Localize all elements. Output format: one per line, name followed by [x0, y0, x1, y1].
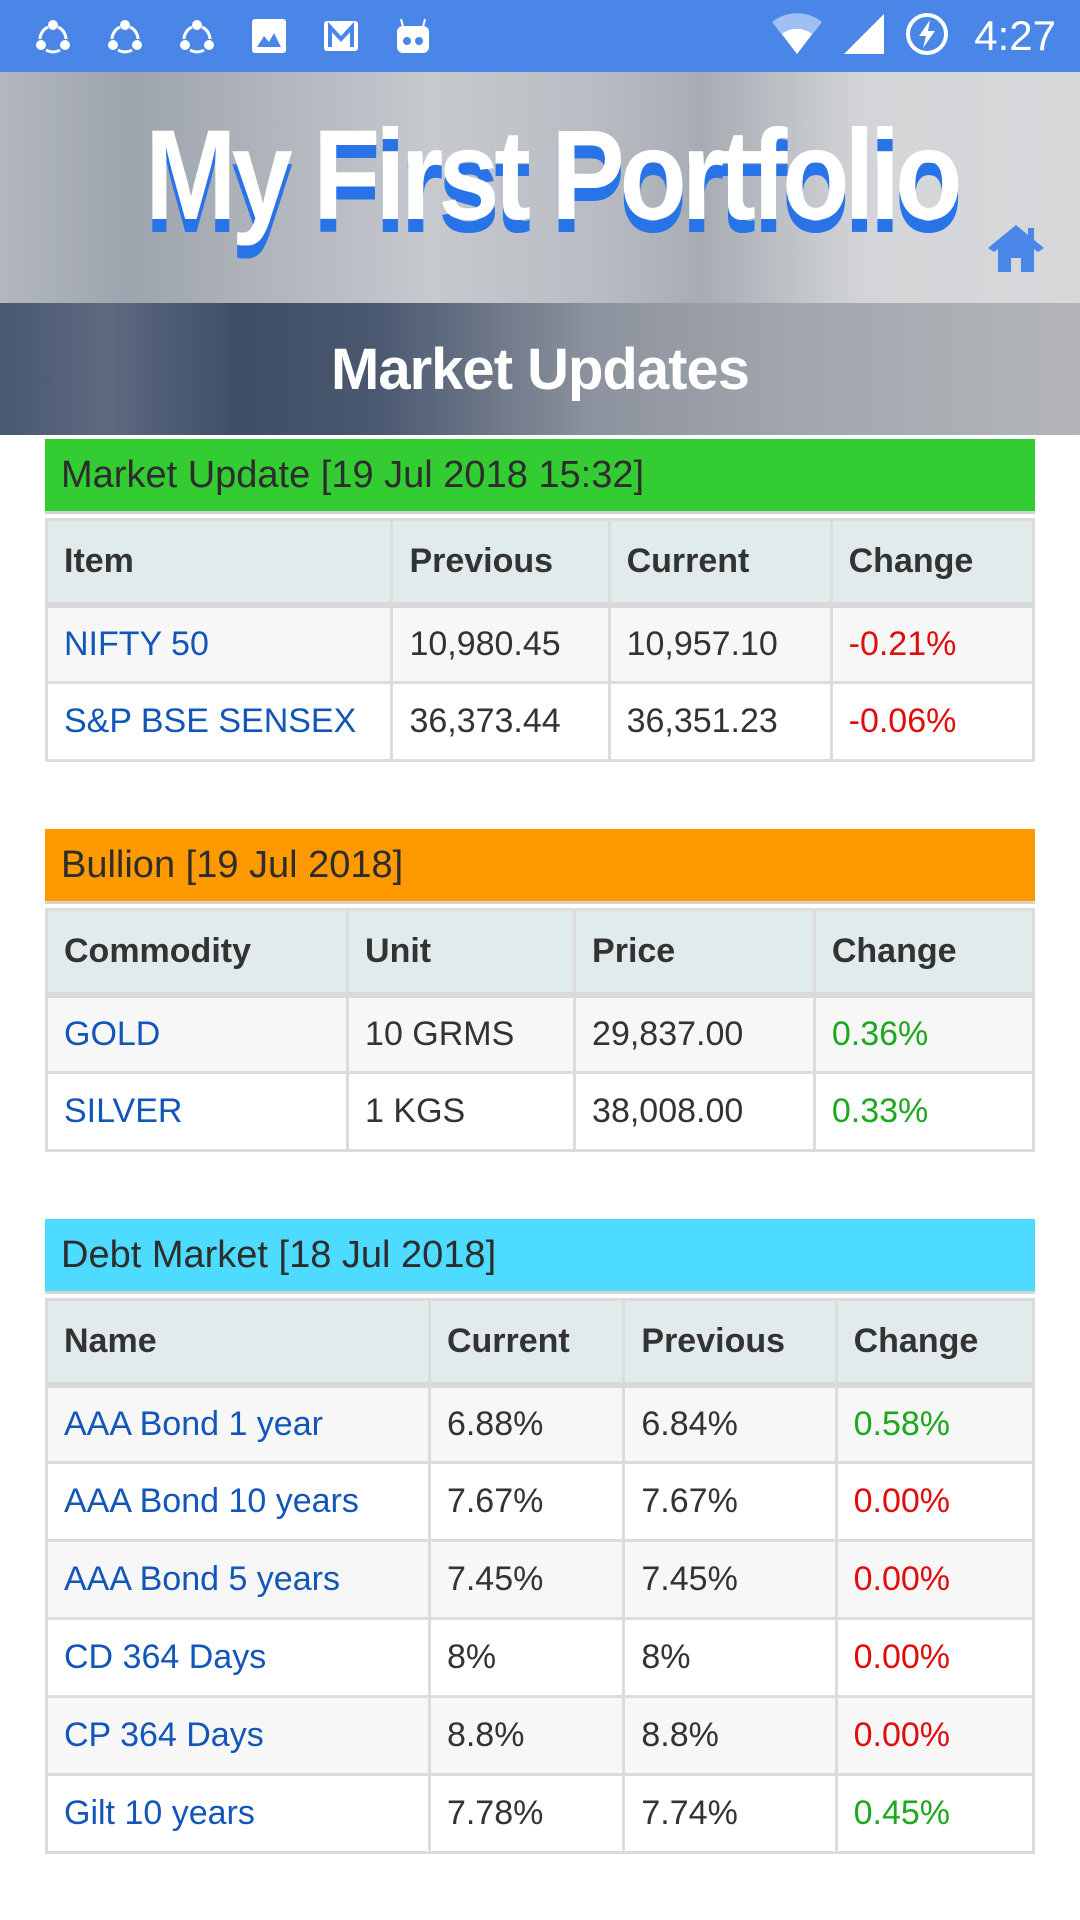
android-bot-icon — [394, 17, 432, 55]
debt-instrument-link[interactable]: Gilt 10 years — [45, 1773, 431, 1854]
column-header: Current — [607, 518, 833, 608]
app-header: My First Portfolio — [0, 72, 1080, 303]
signal-icon — [842, 12, 886, 60]
table-row: CD 364 Days 8% 8% 0.00% — [45, 1617, 1036, 1698]
commodity-link[interactable]: SILVER — [44, 1071, 350, 1152]
table-row: SILVER 1 KGS 38,008.00 0.33% — [44, 1071, 1036, 1152]
previous-value: 8% — [622, 1617, 838, 1698]
current-value: 7.78% — [427, 1773, 626, 1854]
market-update-section: Market Update [19 Jul 2018 15:32] Item P… — [44, 439, 1036, 762]
debt-instrument-link[interactable]: AAA Bond 1 year — [45, 1383, 431, 1464]
current-value: 7.45% — [427, 1539, 626, 1620]
previous-value: 8.8% — [622, 1695, 838, 1776]
column-header: Commodity — [44, 908, 350, 998]
unit-value: 10 GRMS — [346, 993, 577, 1074]
previous-value: 6.84% — [622, 1383, 838, 1464]
debt-instrument-link[interactable]: AAA Bond 5 years — [45, 1539, 431, 1620]
price-value: 38,008.00 — [573, 1071, 816, 1152]
column-header: Current — [427, 1298, 626, 1388]
home-icon — [986, 225, 1046, 278]
change-value: 0.00% — [834, 1539, 1036, 1620]
current-value: 36,351.23 — [607, 681, 833, 762]
table-header-row: Name Current Previous Change — [45, 1298, 1036, 1388]
column-header: Item — [44, 518, 394, 608]
column-header: Previous — [622, 1298, 838, 1388]
current-value: 7.67% — [427, 1461, 626, 1542]
battery-charging-icon — [904, 11, 950, 61]
change-value: 0.00% — [834, 1695, 1036, 1776]
app-title: My First Portfolio — [145, 104, 962, 247]
current-value: 10,957.10 — [607, 603, 833, 684]
column-header: Change — [834, 1298, 1036, 1388]
previous-value: 10,980.45 — [390, 603, 611, 684]
item-link[interactable]: S&P BSE SENSEX — [44, 681, 394, 762]
current-value: 8% — [427, 1617, 626, 1698]
column-header: Price — [573, 908, 816, 998]
previous-value: 7.45% — [622, 1539, 838, 1620]
change-value: 0.00% — [834, 1617, 1036, 1698]
column-header: Name — [45, 1298, 431, 1388]
current-value: 8.8% — [427, 1695, 626, 1776]
table-row: CP 364 Days 8.8% 8.8% 0.00% — [45, 1695, 1036, 1776]
unit-value: 1 KGS — [346, 1071, 577, 1152]
table-row: AAA Bond 10 years 7.67% 7.67% 0.00% — [45, 1461, 1036, 1542]
image-icon — [250, 17, 288, 55]
change-value: 0.36% — [812, 993, 1036, 1074]
change-value: -0.21% — [829, 603, 1036, 684]
item-link[interactable]: NIFTY 50 — [44, 603, 394, 684]
price-value: 29,837.00 — [573, 993, 816, 1074]
commodity-link[interactable]: GOLD — [44, 993, 350, 1074]
column-header: Previous — [390, 518, 611, 608]
wifi-icon — [770, 12, 824, 60]
change-value: 0.00% — [834, 1461, 1036, 1542]
market-update-header: Market Update [19 Jul 2018 15:32] — [45, 439, 1035, 514]
table-row: Gilt 10 years 7.78% 7.74% 0.45% — [45, 1773, 1036, 1854]
bullion-header: Bullion [19 Jul 2018] — [45, 829, 1035, 904]
table-row: S&P BSE SENSEX 36,373.44 36,351.23 -0.06… — [44, 681, 1036, 762]
market-update-table: Item Previous Current Change NIFTY 50 10… — [44, 518, 1036, 762]
column-header: Change — [829, 518, 1036, 608]
table-header-row: Commodity Unit Price Change — [44, 908, 1036, 998]
change-value: 0.45% — [834, 1773, 1036, 1854]
debt-market-header: Debt Market [18 Jul 2018] — [45, 1219, 1035, 1294]
previous-value: 7.67% — [622, 1461, 838, 1542]
debt-instrument-link[interactable]: CP 364 Days — [45, 1695, 431, 1776]
table-row: GOLD 10 GRMS 29,837.00 0.36% — [44, 993, 1036, 1074]
previous-value: 7.74% — [622, 1773, 838, 1854]
change-value: 0.33% — [812, 1071, 1036, 1152]
page-title: Market Updates — [331, 336, 750, 402]
column-header: Unit — [346, 908, 577, 998]
debt-instrument-link[interactable]: AAA Bond 10 years — [45, 1461, 431, 1542]
bullion-table: Commodity Unit Price Change GOLD 10 GRMS… — [44, 908, 1036, 1152]
home-button[interactable] — [986, 222, 1046, 274]
change-value: 0.58% — [834, 1383, 1036, 1464]
debt-market-table: Name Current Previous Change AAA Bond 1 … — [45, 1298, 1036, 1854]
previous-value: 36,373.44 — [390, 681, 611, 762]
table-row: NIFTY 50 10,980.45 10,957.10 -0.21% — [44, 603, 1036, 684]
change-value: -0.06% — [829, 681, 1036, 762]
column-header: Change — [812, 908, 1036, 998]
gmail-icon — [322, 17, 360, 55]
shareit-icon — [178, 17, 216, 55]
bullion-section: Bullion [19 Jul 2018] Commodity Unit Pri… — [44, 829, 1036, 1152]
debt-instrument-link[interactable]: CD 364 Days — [45, 1617, 431, 1698]
page-title-bar: Market Updates — [0, 303, 1080, 435]
shareit-icon — [34, 17, 72, 55]
table-row: AAA Bond 5 years 7.45% 7.45% 0.00% — [45, 1539, 1036, 1620]
current-value: 6.88% — [427, 1383, 626, 1464]
debt-market-section: Debt Market [18 Jul 2018] Name Current P… — [45, 1219, 1036, 1854]
clock: 4:27 — [974, 12, 1056, 59]
table-header-row: Item Previous Current Change — [44, 518, 1036, 608]
status-bar: 4:27 — [0, 0, 1080, 72]
table-row: AAA Bond 1 year 6.88% 6.84% 0.58% — [45, 1383, 1036, 1464]
shareit-icon — [106, 17, 144, 55]
